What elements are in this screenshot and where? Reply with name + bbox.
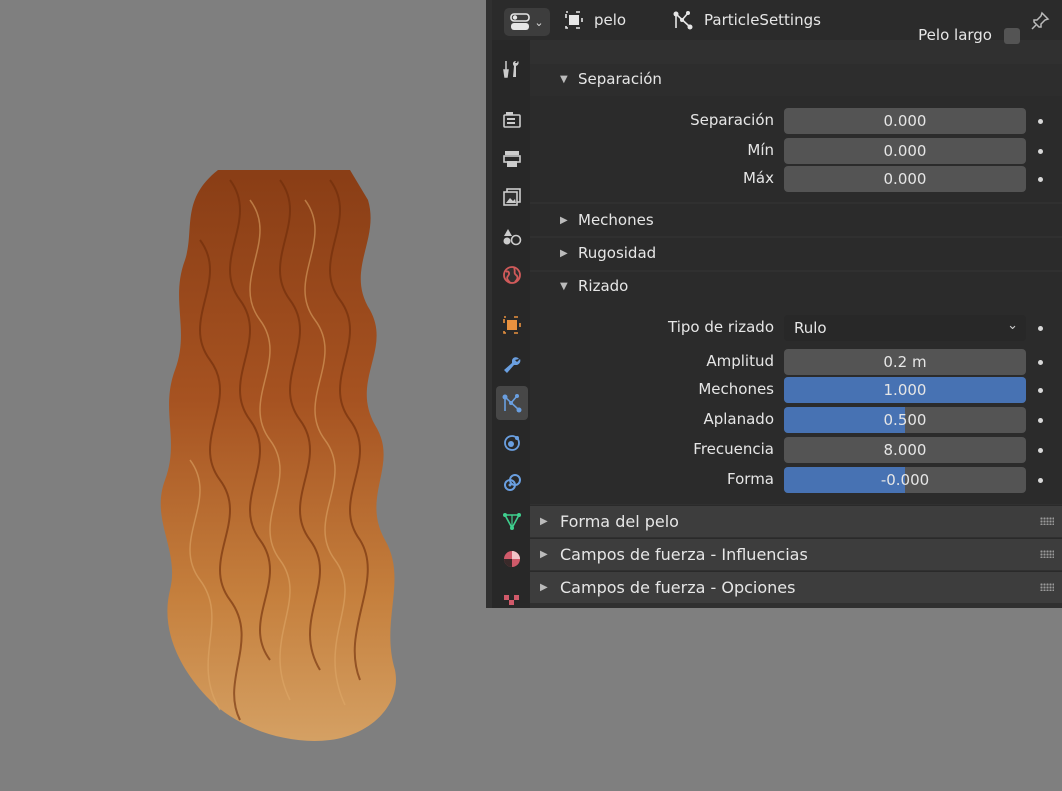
particles-tab-icon xyxy=(502,394,522,413)
tab-tool[interactable] xyxy=(496,52,528,86)
expanded-triangle-icon: ▼ xyxy=(560,73,568,85)
tab-constraints[interactable] xyxy=(496,466,528,500)
collapsed-triangle-icon: ▶ xyxy=(560,247,568,259)
tab-object[interactable] xyxy=(496,308,528,342)
collapsed-triangle-icon: ▶ xyxy=(540,549,548,560)
keyframe-dot[interactable] xyxy=(1038,149,1043,154)
properties-editor: ⌄ pelo ParticleSettings Pelo largo ▼ Sep… xyxy=(486,0,1062,608)
panel-forma-del-pelo[interactable]: ▶ Forma del pelo xyxy=(530,505,1062,537)
clipped-label: Pelo largo xyxy=(918,26,992,44)
separacion-subpanel-body: Separación 0.000 Mín 0.000 Máx 0.000 xyxy=(530,96,1062,202)
properties-content: Pelo largo ▼ Separación Separación 0.000… xyxy=(530,26,1062,608)
max-label: Máx xyxy=(742,169,774,187)
tab-particles[interactable] xyxy=(496,386,528,420)
tab-view-layer[interactable] xyxy=(496,180,528,214)
rizado-title: Rizado xyxy=(578,277,629,295)
collapsed-triangle-icon: ▶ xyxy=(560,214,568,226)
tab-physics[interactable] xyxy=(496,426,528,460)
output-icon xyxy=(503,151,521,167)
properties-tabs xyxy=(492,40,530,608)
keyframe-dot[interactable] xyxy=(1038,388,1043,393)
tab-output[interactable] xyxy=(496,142,528,176)
tipo-rizado-label: Tipo de rizado xyxy=(668,318,774,336)
chevron-down-icon: ⌄ xyxy=(1007,318,1018,333)
mechones-title: Mechones xyxy=(578,211,654,229)
drag-handle-icon[interactable] xyxy=(1040,517,1054,525)
keyframe-dot[interactable] xyxy=(1038,360,1043,365)
frecuencia-label: Frecuencia xyxy=(693,440,774,458)
keyframe-dot[interactable] xyxy=(1038,448,1043,453)
clipped-checkbox[interactable] xyxy=(1004,28,1020,44)
material-icon xyxy=(504,551,520,567)
forma-label: Forma xyxy=(727,470,774,488)
view-layer-icon xyxy=(503,188,521,206)
panel-title: Forma del pelo xyxy=(560,512,679,531)
render-icon xyxy=(503,112,521,128)
texture-icon xyxy=(504,595,519,605)
scene-icon xyxy=(503,229,522,246)
keyframe-dot[interactable] xyxy=(1038,177,1043,182)
panel-title: Campos de fuerza - Influencias xyxy=(560,545,808,564)
tab-data[interactable] xyxy=(496,504,528,538)
panel-campos-opciones[interactable]: ▶ Campos de fuerza - Opciones xyxy=(530,571,1062,603)
world-icon xyxy=(503,266,521,284)
mechones-rizado-label: Mechones xyxy=(698,380,774,398)
collapsed-triangle-icon: ▶ xyxy=(540,582,548,593)
tipo-rizado-select[interactable]: Rulo ⌄ xyxy=(784,315,1026,341)
amplitud-field[interactable]: 0.2 m xyxy=(784,349,1026,375)
separacion-subpanel-header[interactable]: ▼ Separación xyxy=(560,70,662,88)
panel-campos-influencias[interactable]: ▶ Campos de fuerza - Influencias xyxy=(530,538,1062,570)
rizado-subpanel-header[interactable]: ▼ Rizado xyxy=(560,277,628,295)
collapsed-triangle-icon: ▶ xyxy=(540,516,548,527)
properties-editor-icon xyxy=(510,13,531,30)
panel-title: Campos de fuerza - Opciones xyxy=(560,578,796,597)
drag-handle-icon[interactable] xyxy=(1040,583,1054,591)
tab-texture[interactable] xyxy=(496,586,528,608)
object-properties-icon xyxy=(503,316,521,334)
tab-world[interactable] xyxy=(496,258,528,292)
tab-scene[interactable] xyxy=(496,220,528,254)
constraints-icon xyxy=(504,474,521,491)
drag-handle-icon[interactable] xyxy=(1040,550,1054,558)
hair-render xyxy=(160,170,396,741)
keyframe-dot[interactable] xyxy=(1038,119,1043,124)
physics-icon xyxy=(504,435,520,451)
frecuencia-field[interactable]: 8.000 xyxy=(784,437,1026,463)
keyframe-dot[interactable] xyxy=(1038,326,1043,331)
min-field[interactable]: 0.000 xyxy=(784,138,1026,164)
clipped-row: Pelo largo xyxy=(530,26,1062,48)
rugosidad-subpanel-header[interactable]: ▶ Rugosidad xyxy=(560,244,656,262)
separacion-label: Separación xyxy=(690,111,774,129)
expanded-triangle-icon: ▼ xyxy=(560,280,568,292)
max-field[interactable]: 0.000 xyxy=(784,166,1026,192)
tab-material[interactable] xyxy=(496,542,528,576)
mesh-data-icon xyxy=(503,513,521,530)
wrench-icon xyxy=(504,357,521,373)
aplanado-slider[interactable]: 0.500 xyxy=(784,407,1026,433)
keyframe-dot[interactable] xyxy=(1038,418,1043,423)
tab-render[interactable] xyxy=(496,102,528,136)
mechones-rizado-slider[interactable]: 1.000 xyxy=(784,377,1026,403)
tab-modifiers[interactable] xyxy=(496,348,528,382)
tool-icon xyxy=(503,61,519,78)
separacion-field[interactable]: 0.000 xyxy=(784,108,1026,134)
mechones-subpanel-header[interactable]: ▶ Mechones xyxy=(560,211,654,229)
keyframe-dot[interactable] xyxy=(1038,478,1043,483)
forma-slider[interactable]: -0.000 xyxy=(784,467,1026,493)
separacion-title: Separación xyxy=(578,70,662,88)
aplanado-label: Aplanado xyxy=(703,410,774,428)
amplitud-label: Amplitud xyxy=(706,352,774,370)
rugosidad-title: Rugosidad xyxy=(578,244,657,262)
min-label: Mín xyxy=(747,141,774,159)
rizado-subpanel: ▼ Rizado Tipo de rizado Rulo ⌄ Amplitud … xyxy=(530,272,1062,504)
